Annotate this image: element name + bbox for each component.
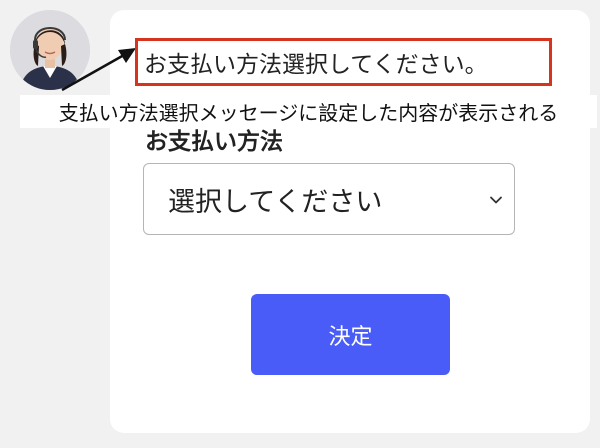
submit-button[interactable]: 決定 [251, 294, 450, 375]
payment-message-highlight: お支払い方法選択してください。 [135, 38, 552, 86]
annotation-caption: 支払い方法選択メッセージに設定した内容が表示される [20, 95, 597, 128]
payment-method-select[interactable]: 選択してください [143, 163, 515, 235]
chevron-down-icon [490, 196, 502, 204]
payment-message-text: お支払い方法選択してください。 [144, 52, 488, 78]
payment-method-select-value: 選択してください [168, 186, 383, 218]
operator-avatar [10, 10, 90, 90]
